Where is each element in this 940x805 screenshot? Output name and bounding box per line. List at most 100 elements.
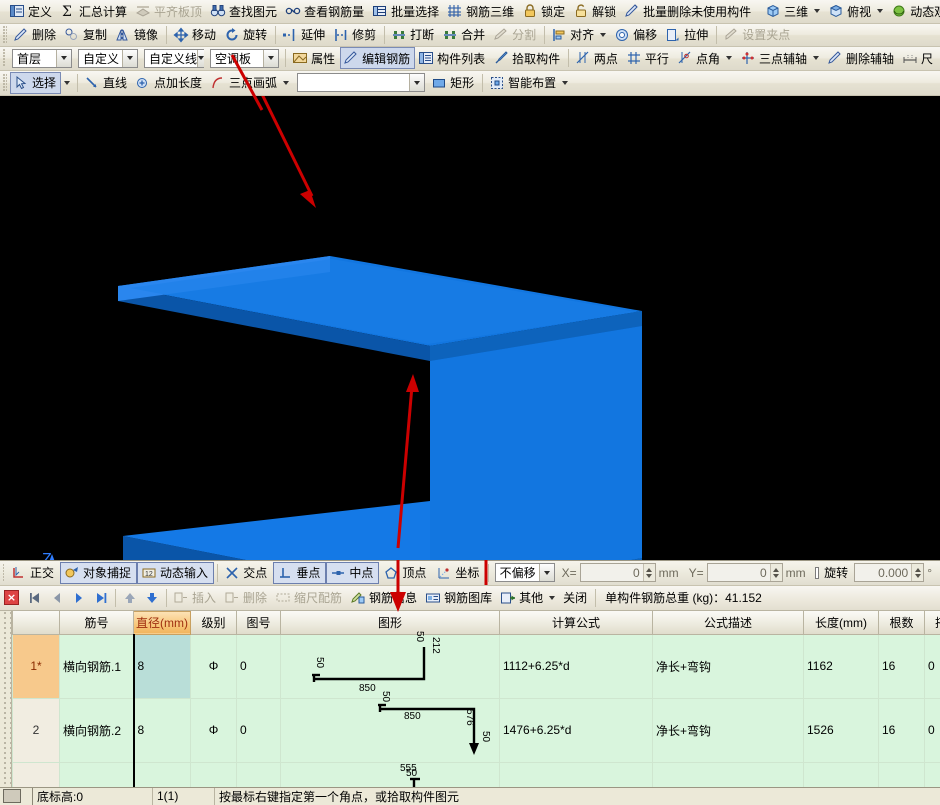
chevron-down-icon[interactable]: [409, 74, 424, 91]
toolbar-button-batch-delete-unused[interactable]: 批量删除未使用构件: [621, 0, 756, 22]
chevron-down-icon[interactable]: [56, 50, 71, 67]
row-grade[interactable]: Φ: [191, 634, 237, 698]
toolbar-button-delete[interactable]: 删除: [10, 24, 61, 46]
toolbar-button-offset[interactable]: 偏移: [611, 24, 662, 46]
snap-intersection[interactable]: 交点: [220, 562, 273, 584]
toolbar-button-summary-calc[interactable]: Σ 汇总计算: [57, 0, 132, 22]
chevron-down-icon[interactable]: [600, 33, 606, 37]
chevron-down-icon[interactable]: [877, 9, 883, 13]
rebar-button-delete[interactable]: 删除: [221, 587, 272, 609]
rebar-button-scale-rebar[interactable]: 缩尺配筋: [272, 587, 347, 609]
component-subtype-selector[interactable]: 自定义线: [144, 49, 204, 68]
toolbar-button-align[interactable]: 对齐: [548, 24, 611, 46]
row-diameter[interactable]: 8: [134, 634, 191, 698]
rotate-spinner[interactable]: [911, 564, 923, 581]
chevron-down-icon[interactable]: [263, 50, 278, 67]
table-row[interactable]: 2 横向钢筋.2 8 Φ 0 50: [13, 698, 940, 762]
last-record-icon[interactable]: [90, 588, 112, 608]
snap-toggle-object-snap[interactable]: 对象捕捉: [60, 562, 137, 584]
rotate-input[interactable]: [855, 564, 911, 581]
row-formula[interactable]: 1476+6.25*d: [500, 698, 653, 762]
toolbar-button-move[interactable]: 移动: [170, 24, 221, 46]
row-count[interactable]: 16: [879, 698, 925, 762]
toolbar-button-three-point-arc[interactable]: 三点画弧: [207, 72, 294, 94]
toolbar-button-edit-rebar[interactable]: 编辑钢筋: [340, 47, 415, 69]
toolbar-button-mirror[interactable]: 镜像: [112, 24, 163, 46]
table-header-rownum[interactable]: [13, 611, 60, 634]
row-diameter[interactable]: 8: [134, 698, 191, 762]
toolbar-button-dynamic-observe[interactable]: 动态观察: [888, 0, 940, 22]
row-length[interactable]: 1526: [804, 698, 879, 762]
table-header-diameter[interactable]: 直径(mm): [134, 611, 191, 634]
table-header-grade[interactable]: 级别: [191, 611, 237, 634]
snapbar-grip[interactable]: [3, 564, 4, 582]
table-header-count[interactable]: 根数: [879, 611, 925, 634]
y-offset-field[interactable]: [707, 563, 783, 582]
toolbar-button-rebar-3d[interactable]: 钢筋三维: [444, 0, 519, 22]
row-shape[interactable]: 50 50 212 850: [281, 634, 500, 698]
chevron-down-icon[interactable]: [562, 81, 568, 85]
row-length[interactable]: 1162: [804, 634, 879, 698]
toolbar-button-three-point-axis[interactable]: 三点辅轴: [737, 47, 824, 69]
row-lap[interactable]: 0: [925, 698, 940, 762]
rebar-button-other[interactable]: 其他: [497, 587, 560, 609]
rebar-button-insert[interactable]: 插入: [170, 587, 221, 609]
toolbar-button-unlock[interactable]: 解锁: [570, 0, 621, 22]
toolbar-button-point-plus-length[interactable]: 点加长度: [132, 72, 207, 94]
toolbar-button-lock[interactable]: 锁定: [519, 0, 570, 22]
toolbar-button-break[interactable]: 打断: [388, 24, 439, 46]
first-record-icon[interactable]: [24, 588, 46, 608]
toolbar-button-definition[interactable]: 定义: [6, 0, 57, 22]
toolbar-button-smart-layout[interactable]: 智能布置: [486, 72, 573, 94]
next-record-icon[interactable]: [68, 588, 90, 608]
arc-option-selector[interactable]: [297, 73, 425, 92]
rotate-checkbox[interactable]: [815, 567, 820, 579]
toolbar-button-component-list[interactable]: 构件列表: [415, 47, 490, 69]
row-drawing-no[interactable]: 0: [237, 698, 281, 762]
x-offset-input[interactable]: [581, 564, 643, 581]
row-rebar-no[interactable]: 横向钢筋.1: [60, 634, 134, 698]
toolbar-button-copy[interactable]: 复制: [61, 24, 112, 46]
toolbar-button-parallel[interactable]: 平行: [623, 47, 674, 69]
rotate-field[interactable]: [854, 563, 924, 582]
y-offset-spinner[interactable]: [770, 564, 782, 581]
rebar-button-close[interactable]: 关闭: [560, 587, 592, 609]
row-drawing-no[interactable]: 0: [237, 634, 281, 698]
toolbar-button-line[interactable]: 直线: [81, 72, 132, 94]
x-offset-spinner[interactable]: [643, 564, 655, 581]
row-rebar-no[interactable]: 横向钢筋.2: [60, 698, 134, 762]
table-header-length[interactable]: 长度(mm): [804, 611, 879, 634]
y-offset-input[interactable]: [708, 564, 770, 581]
chevron-down-icon[interactable]: [197, 50, 204, 67]
snap-vertex[interactable]: 顶点: [379, 562, 432, 584]
toolbar-button-view-rebar-qty[interactable]: 查看钢筋量: [282, 0, 369, 22]
offset-mode-selector[interactable]: 不偏移: [495, 563, 555, 582]
toolbar-button-rectangle[interactable]: 矩形: [428, 72, 479, 94]
toolbar-grip[interactable]: [3, 26, 7, 44]
snap-perpendicular[interactable]: 垂点: [273, 562, 326, 584]
rebar-button-rebar-library[interactable]: 钢筋图库: [422, 587, 497, 609]
rebar-button-rebar-info[interactable]: 钢筋信息: [347, 587, 422, 609]
chevron-down-icon[interactable]: [122, 50, 137, 67]
row-formula[interactable]: 1112+6.25*d: [500, 634, 653, 698]
toolbar-grip[interactable]: [3, 74, 7, 92]
table-header-drawing-no[interactable]: 图号: [237, 611, 281, 634]
row-count[interactable]: 16: [879, 634, 925, 698]
row-formula-desc[interactable]: 净长+弯钩: [653, 634, 804, 698]
chevron-down-icon[interactable]: [283, 81, 289, 85]
move-up-icon[interactable]: [119, 588, 141, 608]
component-name-selector[interactable]: 空调板: [210, 49, 279, 68]
table-header-formula-desc[interactable]: 公式描述: [653, 611, 804, 634]
row-lap[interactable]: 0: [925, 634, 940, 698]
table-header-lap[interactable]: 搭接: [925, 611, 940, 634]
x-offset-field[interactable]: [580, 563, 656, 582]
snap-toggle-dynamic-input[interactable]: 12 动态输入: [137, 562, 214, 584]
toolbar-button-trim[interactable]: 修剪: [330, 24, 381, 46]
chevron-down-icon[interactable]: [814, 9, 820, 13]
toolbar-grip[interactable]: [3, 49, 6, 67]
rebar-table-container[interactable]: 筋号 直径(mm) 级别 图号 图形 计算公式 公式描述 长度(mm) 根数 搭…: [0, 611, 940, 805]
toolbar-button-rotate[interactable]: 旋转: [221, 24, 272, 46]
component-type-selector[interactable]: 自定义: [78, 49, 138, 68]
toolbar-button-two-point[interactable]: 两点: [572, 47, 623, 69]
row-formula-desc[interactable]: 净长+弯钩: [653, 698, 804, 762]
